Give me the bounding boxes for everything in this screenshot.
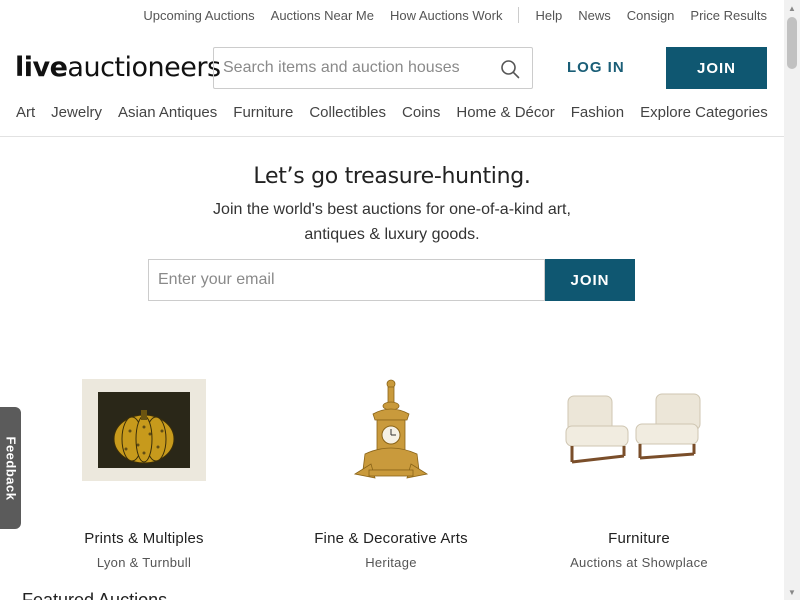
search-input[interactable] — [214, 59, 492, 77]
hero-section: Let’s go treasure-hunting. Join the worl… — [0, 164, 784, 247]
feedback-label: Feedback — [3, 436, 19, 500]
email-join-button[interactable]: JOIN — [545, 259, 635, 301]
category-card-prints[interactable]: Prints & Multiples Lyon & Turnbull — [34, 370, 254, 570]
category-explore[interactable]: Explore Categories — [640, 100, 768, 136]
site-header: liveauctioneers LOG IN JOIN — [0, 30, 784, 100]
feedback-tab[interactable]: Feedback — [0, 407, 21, 529]
how-auctions-work-link[interactable]: How Auctions Work — [390, 8, 502, 23]
news-link[interactable]: News — [578, 8, 611, 23]
hero-subtitle: Join the world's best auctions for one-o… — [0, 197, 784, 247]
card-title: Fine & Decorative Arts — [314, 530, 468, 547]
utility-bar: Upcoming Auctions Auctions Near Me How A… — [0, 0, 784, 30]
logo-text: auctioneers — [67, 52, 221, 83]
section-heading-partial: Featured Auctions — [22, 590, 168, 600]
utility-links-right: Help News Consign Price Results — [535, 8, 767, 23]
page-scrollbar[interactable]: ▲ ▼ — [784, 0, 800, 600]
category-collectibles[interactable]: Collectibles — [309, 100, 386, 136]
category-jewelry[interactable]: Jewelry — [51, 100, 102, 136]
category-home-decor[interactable]: Home & Décor — [456, 100, 554, 136]
card-title: Prints & Multiples — [84, 530, 204, 547]
category-card-fine-arts[interactable]: Fine & Decorative Arts Heritage — [281, 370, 501, 570]
ornate-clock-image — [281, 370, 501, 490]
consign-link[interactable]: Consign — [627, 8, 675, 23]
card-subtitle: Lyon & Turnbull — [96, 555, 192, 570]
category-asian-antiques[interactable]: Asian Antiques — [118, 100, 217, 136]
lounge-chairs-image — [529, 370, 749, 490]
price-results-link[interactable]: Price Results — [690, 8, 767, 23]
hero-subtitle-line2: antiques & luxury goods. — [304, 226, 480, 243]
utility-links-left: Upcoming Auctions Auctions Near Me How A… — [143, 8, 502, 23]
scroll-up-icon[interactable]: ▲ — [784, 0, 800, 16]
category-art[interactable]: Art — [16, 100, 35, 136]
pumpkin-print-image — [34, 370, 254, 490]
scroll-down-icon[interactable]: ▼ — [784, 584, 800, 600]
upcoming-auctions-link[interactable]: Upcoming Auctions — [143, 8, 254, 23]
scrollbar-thumb[interactable] — [787, 17, 797, 69]
category-coins[interactable]: Coins — [402, 100, 440, 136]
hero-subtitle-line1: Join the world's best auctions for one-o… — [213, 201, 571, 218]
login-button[interactable]: LOG IN — [567, 59, 625, 76]
category-nav: Art Jewelry Asian Antiques Furniture Col… — [0, 100, 784, 137]
auctions-near-me-link[interactable]: Auctions Near Me — [271, 8, 374, 23]
logo-bold-text: live — [15, 52, 68, 83]
search-icon[interactable] — [500, 59, 520, 79]
card-subtitle: Auctions at Showplace — [570, 555, 708, 570]
email-signup-form: JOIN — [148, 259, 635, 301]
hero-title: Let’s go treasure-hunting. — [253, 164, 531, 189]
search-box — [213, 47, 533, 89]
category-fashion[interactable]: Fashion — [571, 100, 624, 136]
utility-divider — [518, 7, 520, 23]
email-input[interactable] — [148, 259, 545, 301]
join-button[interactable]: JOIN — [666, 47, 767, 89]
card-subtitle: Heritage — [365, 555, 417, 570]
help-link[interactable]: Help — [535, 8, 562, 23]
category-card-furniture[interactable]: Furniture Auctions at Showplace — [529, 370, 749, 570]
category-furniture[interactable]: Furniture — [233, 100, 293, 136]
site-logo[interactable]: liveauctioneers — [15, 52, 221, 83]
card-title: Furniture — [608, 530, 670, 547]
